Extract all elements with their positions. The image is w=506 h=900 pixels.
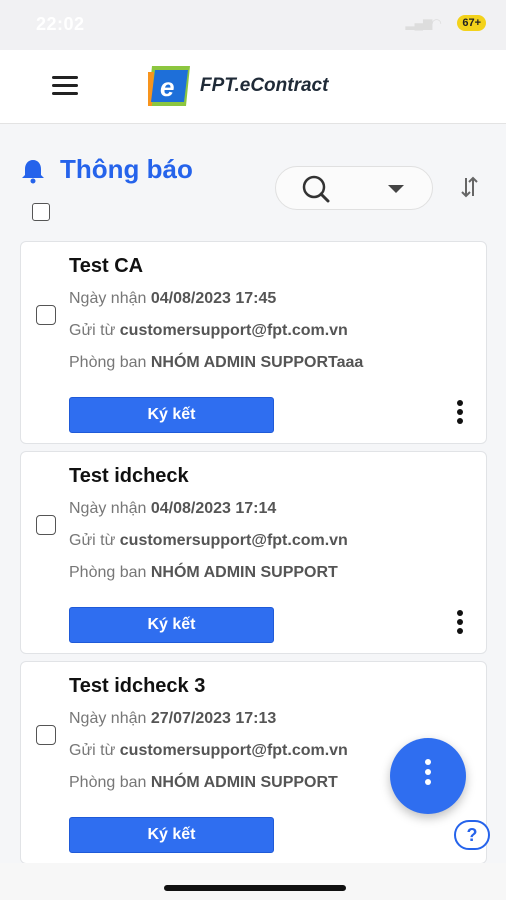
department-label: Phòng ban	[69, 564, 147, 581]
bottom-bar	[0, 863, 506, 900]
card-title: Test CA	[69, 255, 144, 277]
card-title: Test idcheck	[69, 465, 189, 487]
sender-value: customersupport@fpt.com.vn	[119, 532, 348, 549]
search-icon	[302, 175, 330, 203]
bell-icon	[22, 160, 44, 184]
page-title: Thông báo	[60, 154, 193, 184]
notification-card[interactable]: Test idcheck Ngày nhận 04/08/2023 17:14 …	[20, 451, 487, 654]
sender-row: Gửi từ customersupport@fpt.com.vn	[69, 742, 348, 760]
department-row: Phòng ban NHÓM ADMIN SUPPORT	[69, 564, 338, 582]
sign-button[interactable]: Ký kết	[69, 607, 274, 643]
department-label: Phòng ban	[69, 774, 147, 791]
floating-action-button[interactable]	[390, 738, 466, 814]
menu-button[interactable]	[52, 76, 78, 98]
fpt-logo-icon: e	[148, 66, 190, 106]
card-checkbox[interactable]	[36, 725, 56, 745]
sort-icon[interactable]	[458, 174, 480, 200]
department-label: Phòng ban	[69, 354, 147, 371]
app-header: e FPT.eContract	[0, 50, 506, 124]
status-bar: 22:02 ▂▄▆ ◠ 67+	[0, 0, 506, 50]
hamburger-line	[52, 84, 78, 87]
signal-icon: ▂▄▆	[405, 16, 433, 30]
select-all-checkbox[interactable]	[32, 203, 50, 221]
sender-value: customersupport@fpt.com.vn	[119, 322, 348, 339]
app-name: FPT.eContract	[200, 75, 329, 96]
received-label: Ngày nhận	[69, 500, 147, 517]
received-row: Ngày nhận 04/08/2023 17:14	[69, 500, 276, 518]
card-checkbox[interactable]	[36, 515, 56, 535]
received-value: 27/07/2023 17:13	[150, 710, 277, 727]
received-label: Ngày nhận	[69, 290, 147, 307]
hamburger-line	[52, 92, 78, 95]
card-checkbox[interactable]	[36, 305, 56, 325]
status-time: 22:02	[36, 14, 85, 34]
notification-card[interactable]: Test CA Ngày nhận 04/08/2023 17:45 Gửi t…	[20, 241, 487, 444]
sender-label: Gửi từ	[69, 322, 116, 339]
received-row: Ngày nhận 27/07/2023 17:13	[69, 710, 276, 728]
sender-row: Gửi từ customersupport@fpt.com.vn	[69, 322, 348, 340]
wifi-icon: ◠	[431, 16, 442, 30]
received-value: 04/08/2023 17:14	[150, 500, 277, 517]
department-value: NHÓM ADMIN SUPPORT	[150, 564, 338, 581]
search-filter[interactable]	[275, 166, 433, 210]
department-row: Phòng ban NHÓM ADMIN SUPPORTaaa	[69, 354, 363, 372]
app-logo: e FPT.eContract	[148, 66, 328, 106]
department-value: NHÓM ADMIN SUPPORT	[150, 774, 338, 791]
received-row: Ngày nhận 04/08/2023 17:45	[69, 290, 276, 308]
sender-label: Gửi từ	[69, 532, 116, 549]
battery-badge: 67+	[457, 15, 486, 31]
help-button[interactable]: ?	[454, 820, 490, 850]
more-options-icon[interactable]	[453, 400, 467, 428]
sender-row: Gửi từ customersupport@fpt.com.vn	[69, 532, 348, 550]
received-value: 04/08/2023 17:45	[150, 290, 277, 307]
svg-text:e: e	[160, 72, 174, 102]
status-icons: ▂▄▆ ◠ 67+	[405, 15, 486, 31]
more-vertical-icon	[425, 759, 431, 789]
hamburger-line	[52, 76, 78, 79]
sender-label: Gửi từ	[69, 742, 116, 759]
sign-button[interactable]: Ký kết	[69, 817, 274, 853]
sender-value: customersupport@fpt.com.vn	[119, 742, 348, 759]
sign-button[interactable]: Ký kết	[69, 397, 274, 433]
received-label: Ngày nhận	[69, 710, 147, 727]
department-value: NHÓM ADMIN SUPPORTaaa	[150, 354, 364, 371]
card-title: Test idcheck 3	[69, 675, 206, 697]
chevron-down-icon	[388, 185, 404, 193]
department-row: Phòng ban NHÓM ADMIN SUPPORT	[69, 774, 338, 792]
home-indicator[interactable]	[164, 885, 346, 891]
section-head: Thông báo	[18, 150, 488, 230]
more-options-icon[interactable]	[453, 610, 467, 638]
